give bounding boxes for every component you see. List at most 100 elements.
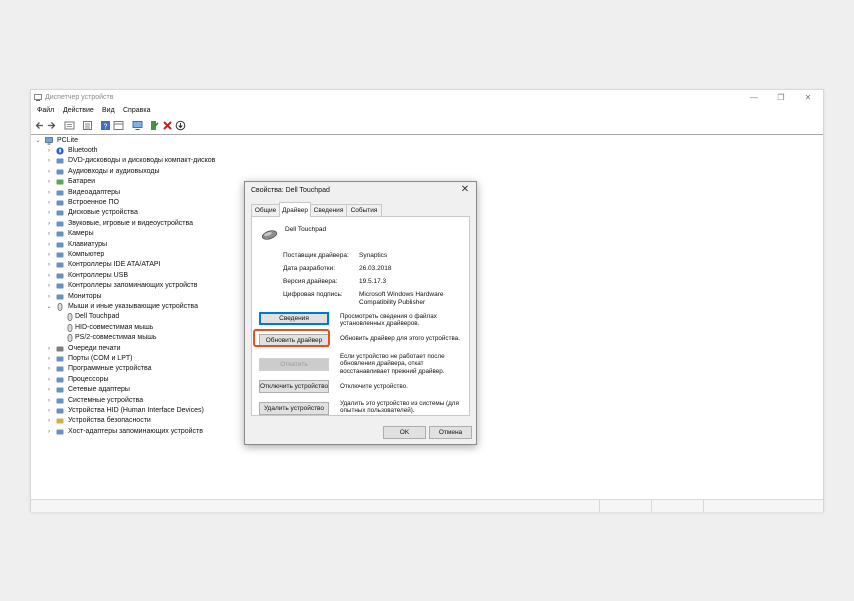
expand-chevron-icon[interactable]: ›: [45, 250, 53, 260]
rollback-description: Если устройство не работает после обновл…: [340, 353, 445, 375]
software-device-icon: [56, 366, 64, 372]
expand-chevron-icon[interactable]: ›: [45, 364, 53, 374]
expand-chevron-icon[interactable]: ›: [45, 292, 53, 302]
expand-chevron-icon[interactable]: ›: [45, 156, 53, 166]
tree-item-label: Bluetooth: [68, 147, 98, 154]
status-pane-1: [599, 500, 652, 512]
toolbar-divider: [31, 134, 823, 135]
menu-file[interactable]: Файл: [37, 107, 54, 114]
driver-version-value: 19.5.17.3: [359, 278, 387, 285]
port-icon: [56, 356, 64, 362]
expand-chevron-icon[interactable]: ›: [45, 219, 53, 229]
audio-icon: [56, 169, 64, 175]
expand-chevron-icon[interactable]: ›: [45, 198, 53, 208]
tree-item-label: Клавиатуры: [68, 240, 108, 248]
tree-item-label: Компьютер: [68, 251, 105, 258]
mouse-icon: [67, 313, 73, 322]
driver-date-key: Дата разработки:: [283, 265, 336, 272]
driver-provider-value: Synaptics: [359, 252, 388, 259]
firmware-icon: [56, 200, 64, 206]
expand-chevron-icon[interactable]: ›: [45, 271, 53, 281]
collapse-chevron-icon[interactable]: ⌄: [34, 136, 42, 146]
expand-chevron-icon[interactable]: ›: [45, 260, 53, 270]
close-button[interactable]: ✕: [797, 92, 819, 104]
menu-view[interactable]: Вид: [102, 107, 115, 114]
expand-chevron-icon[interactable]: ›: [45, 208, 53, 218]
tree-item-label: Очереди печати: [68, 344, 121, 352]
tree-item-label: Батареи: [68, 178, 96, 186]
dialog-close-icon[interactable]: ✕: [458, 183, 472, 197]
tree-item-label: Устройства HID (Human Interface Devices): [68, 407, 204, 414]
expand-chevron-icon[interactable]: ›: [45, 416, 53, 426]
expand-chevron-icon[interactable]: ›: [45, 281, 53, 291]
expand-chevron-icon[interactable]: ›: [45, 177, 53, 187]
expand-chevron-icon[interactable]: ›: [45, 344, 53, 354]
expand-chevron-icon[interactable]: ›: [45, 427, 53, 437]
properties-dialog: Свойства: Dell Touchpad ✕ Общие Драйвер …: [244, 181, 477, 445]
bluetooth-icon: [56, 147, 64, 155]
ok-button[interactable]: OK: [383, 426, 426, 439]
title-bar[interactable]: Диспетчер устройств — ❐ ✕: [31, 90, 823, 106]
expand-chevron-icon[interactable]: ›: [45, 240, 53, 250]
list-icon[interactable]: [82, 120, 93, 131]
tree-item-label: Встроенное ПО: [68, 199, 119, 206]
display-adapter-icon: [56, 190, 64, 196]
uninstall-device-description: Удалить это устройство из системы (для о…: [340, 400, 459, 415]
uninstall-device-button[interactable]: Удалить устройство: [259, 402, 329, 415]
details-button[interactable]: Сведения: [259, 312, 329, 325]
menu-help[interactable]: Справка: [123, 107, 150, 114]
expand-chevron-icon[interactable]: ›: [45, 406, 53, 416]
expand-chevron-icon[interactable]: ›: [45, 385, 53, 395]
collapse-chevron-icon[interactable]: ⌄: [45, 302, 53, 312]
printer-icon: [56, 346, 64, 352]
tree-item-label: Звуковые, игровые и видеоустройства: [68, 219, 194, 227]
properties-icon[interactable]: [64, 120, 75, 131]
tab-events[interactable]: События: [346, 204, 382, 216]
minimize-button[interactable]: —: [743, 92, 765, 104]
tree-item-label: Дисковые устройства: [68, 209, 138, 217]
computer-icon: [56, 252, 64, 258]
disable-device-button[interactable]: Отключить устройство: [259, 380, 329, 393]
mouse-icon: [67, 334, 73, 343]
menu-bar: Файл Действие Вид Справка: [31, 106, 823, 118]
menu-action[interactable]: Действие: [63, 107, 94, 114]
tree-item-label: Контроллеры запоминающих устройств: [68, 282, 198, 290]
tree-item-label: HID-совместимая мышь: [75, 323, 154, 331]
system-icon: [56, 398, 64, 404]
forward-icon[interactable]: [46, 120, 57, 131]
rollback-button[interactable]: Откатить: [259, 358, 329, 371]
update-driver-description: Обновить драйвер для этого устройства.: [340, 335, 460, 342]
monitor-icon[interactable]: [132, 120, 143, 131]
cancel-button[interactable]: Отмена: [429, 426, 472, 439]
expand-chevron-icon[interactable]: ›: [45, 396, 53, 406]
expand-chevron-icon[interactable]: ›: [45, 354, 53, 364]
back-icon[interactable]: [34, 120, 45, 131]
update-driver-icon[interactable]: [149, 120, 160, 131]
help-icon[interactable]: ?: [100, 120, 111, 131]
expand-chevron-icon[interactable]: ›: [45, 375, 53, 385]
storage-controller-icon: [56, 283, 64, 289]
tree-item-label: Камеры: [68, 230, 94, 238]
host-adapter-icon: [56, 429, 64, 435]
tree-item-label: Мыши и иные указывающие устройства: [68, 303, 198, 310]
expand-chevron-icon[interactable]: ›: [45, 146, 53, 156]
expand-chevron-icon[interactable]: ›: [45, 188, 53, 198]
tab-driver[interactable]: Драйвер: [279, 202, 311, 217]
status-pane-3: [703, 500, 824, 512]
uninstall-icon[interactable]: [162, 120, 173, 131]
keyboard-icon: [56, 242, 64, 248]
touchpad-device-icon: [261, 230, 278, 240]
status-pane-2: [651, 500, 704, 512]
expand-chevron-icon[interactable]: ›: [45, 229, 53, 239]
network-icon: [56, 387, 64, 393]
view-icon[interactable]: [113, 120, 124, 131]
tree-root-label: PCLite: [57, 137, 79, 144]
tree-item-label: Порты (COM и LPT): [68, 355, 133, 362]
monitor-icon: [56, 294, 64, 300]
status-bar: [31, 499, 823, 512]
maximize-button[interactable]: ❐: [770, 92, 792, 104]
download-icon[interactable]: [175, 120, 186, 131]
tab-general[interactable]: Общие: [251, 204, 280, 216]
tab-details[interactable]: Сведения: [310, 204, 347, 216]
expand-chevron-icon[interactable]: ›: [45, 167, 53, 177]
